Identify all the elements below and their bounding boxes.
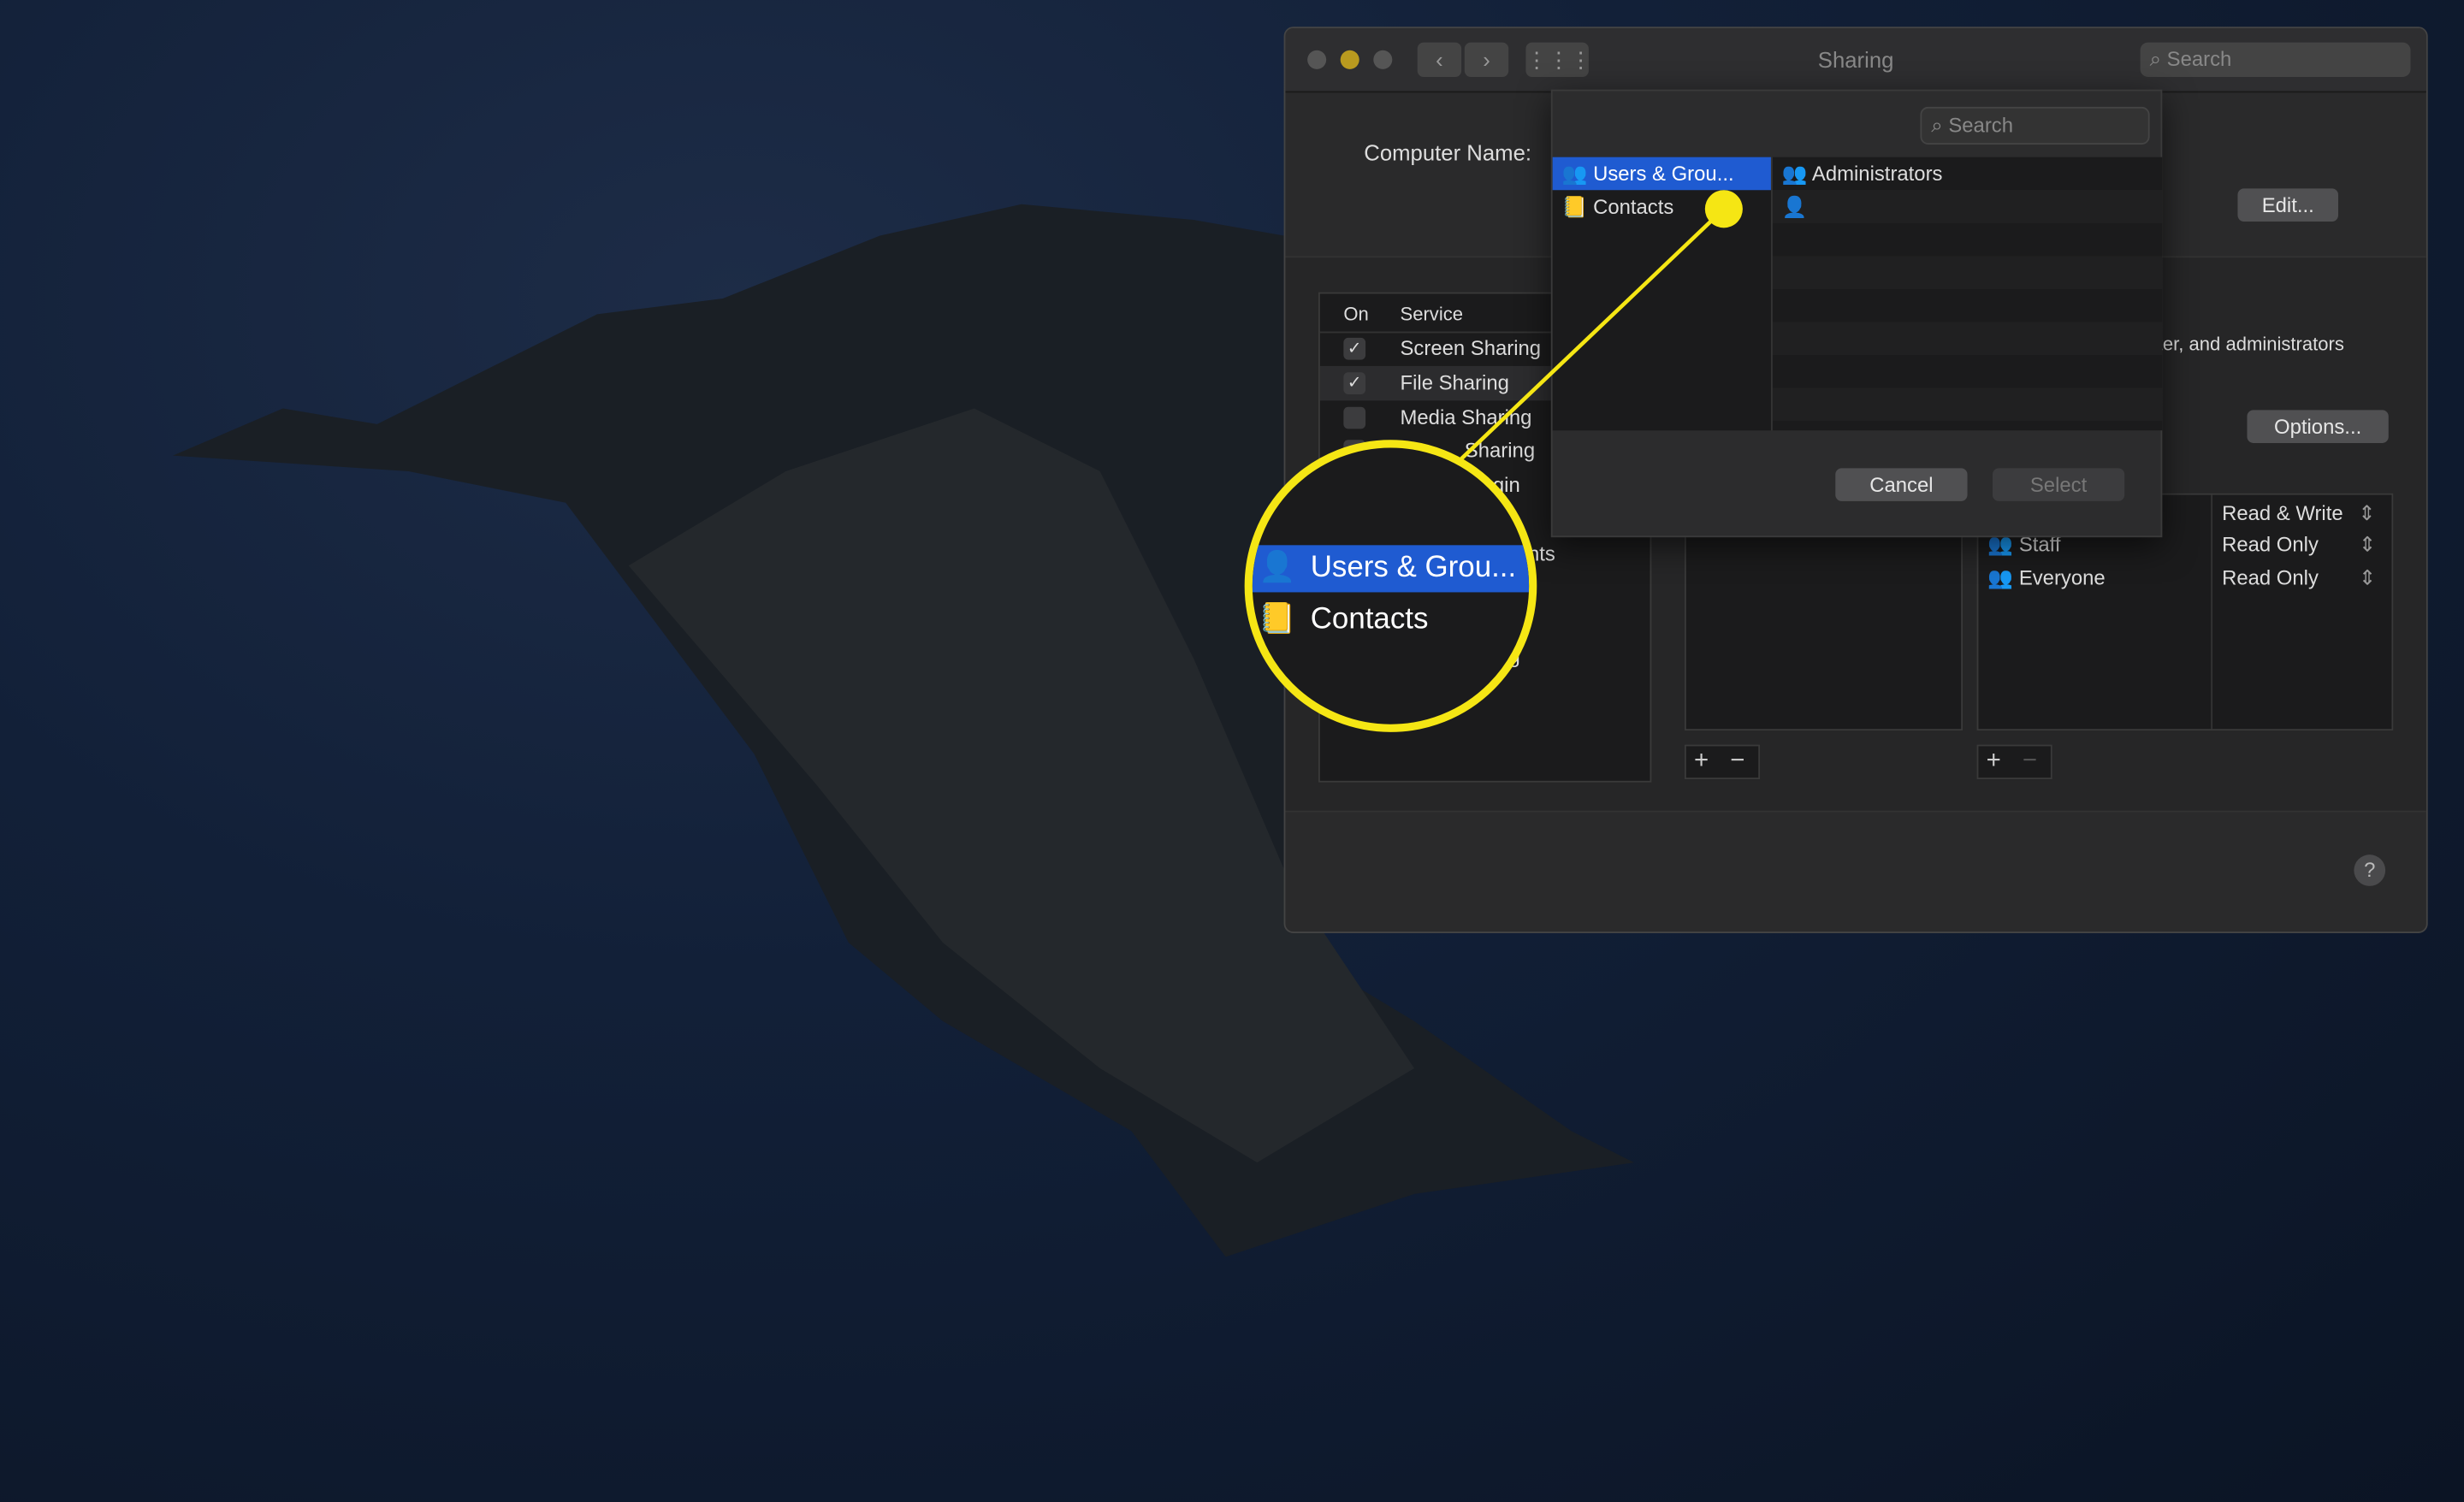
- user-icon: 👤: [1259, 551, 1296, 585]
- callout-users-groups: 👤 Users & Grou...: [1252, 545, 1530, 593]
- callout-pointer: [1460, 190, 1743, 460]
- callout-magnifier: 👤 Users & Grou... 📒 Contacts: [1244, 440, 1537, 732]
- callout-dot: [1704, 190, 1743, 228]
- callout-contacts: 📒 Contacts: [1259, 603, 1429, 636]
- callout-line: [1460, 207, 1726, 460]
- contacts-book-icon: 📒: [1259, 603, 1296, 636]
